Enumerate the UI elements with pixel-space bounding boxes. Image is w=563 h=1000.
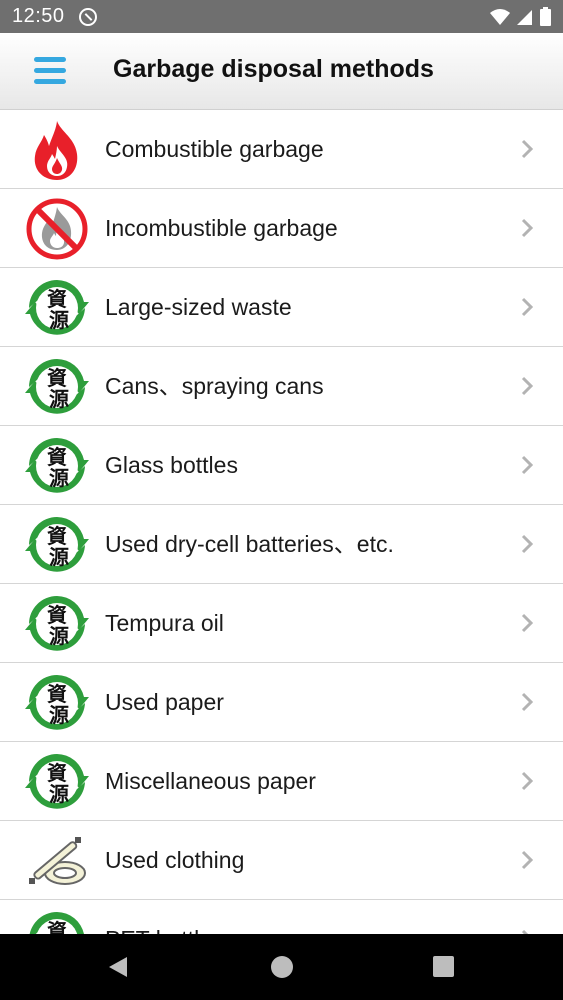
chevron-right-icon — [521, 613, 533, 633]
list-item-dry-cell-batteries[interactable]: 資 源 Used dry-cell batteries、etc. — [0, 505, 563, 584]
app-toolbar: Garbage disposal methods — [0, 33, 563, 110]
list-item-label: Incombustible garbage — [105, 215, 338, 241]
icon-text-bottom: 源 — [49, 545, 69, 569]
list-item-incombustible[interactable]: Incombustible garbage — [0, 189, 563, 268]
chevron-right-icon — [521, 534, 533, 554]
list-item-label: Tempura oil — [105, 610, 224, 636]
garbage-category-list: Combustible garbage Incombustible garbag… — [0, 110, 563, 934]
recycle-resource-icon: 資 源 — [25, 517, 89, 572]
list-item-label: Cans、spraying cans — [105, 373, 324, 399]
fire-icon — [34, 121, 78, 180]
list-item-tempura-oil[interactable]: 資 源 Tempura oil — [0, 584, 563, 663]
list-item-used-paper[interactable]: 資 源 Used paper — [0, 663, 563, 742]
status-icons — [490, 7, 551, 26]
recycle-resource-icon: 資 源 — [25, 596, 89, 651]
chevron-right-icon — [521, 218, 533, 238]
recycle-resource-icon: 資 源 — [25, 675, 89, 730]
chevron-right-icon — [521, 139, 533, 159]
list-item-used-clothing[interactable]: Used clothing — [0, 821, 563, 900]
list-item-label: Used dry-cell batteries、etc. — [105, 531, 394, 557]
list-item-label: Large-sized waste — [105, 294, 292, 320]
hamburger-menu-icon[interactable] — [34, 57, 66, 85]
recent-apps-icon[interactable] — [433, 956, 454, 977]
status-time: 12:50 — [12, 5, 65, 27]
recycle-resource-icon: 資 源 — [29, 912, 89, 934]
icon-text-bottom: 源 — [49, 387, 69, 411]
no-fire-icon — [26, 198, 88, 260]
list-item-label: Combustible garbage — [105, 136, 324, 162]
home-icon[interactable] — [271, 956, 293, 978]
icon-text-bottom: 源 — [49, 782, 69, 806]
back-icon[interactable] — [107, 956, 129, 978]
icon-text-top: 資 — [47, 919, 67, 934]
list-item-combustible[interactable]: Combustible garbage — [0, 110, 563, 189]
icon-text-bottom: 源 — [49, 624, 69, 648]
list-item-cans[interactable]: 資 源 Cans、spraying cans — [0, 347, 563, 426]
signal-icon — [517, 9, 532, 25]
chevron-right-icon — [521, 850, 533, 870]
list-item-miscellaneous-paper[interactable]: 資 源 Miscellaneous paper — [0, 742, 563, 821]
icon-text-bottom: 源 — [49, 703, 69, 727]
recycle-resource-icon: 資 源 — [25, 359, 89, 414]
notification-icon — [78, 7, 97, 26]
list-item-glass-bottles[interactable]: 資 源 Glass bottles — [0, 426, 563, 505]
recycle-resource-icon: 資 源 — [25, 438, 89, 493]
list-item-large-sized-waste[interactable]: 資 源 Large-sized waste — [0, 268, 563, 347]
chevron-right-icon — [521, 455, 533, 475]
chevron-right-icon — [521, 771, 533, 791]
recycle-resource-icon: 資 源 — [25, 754, 89, 809]
page-title: Garbage disposal methods — [113, 55, 434, 83]
chevron-right-icon — [521, 376, 533, 396]
chevron-right-icon — [521, 297, 533, 317]
list-item-label: Used clothing — [105, 847, 245, 873]
list-item-pet-bottles[interactable]: 資 源 PET bottles — [0, 900, 563, 934]
battery-icon — [540, 7, 551, 26]
wifi-icon — [490, 8, 510, 25]
icon-text-bottom: 源 — [49, 308, 69, 332]
list-item-label: Glass bottles — [105, 452, 238, 478]
list-item-label: Miscellaneous paper — [105, 768, 316, 794]
recycle-resource-icon: 資 源 — [25, 280, 89, 335]
status-bar: 12:50 — [0, 0, 563, 33]
fluorescent-lamp-icon — [29, 837, 86, 885]
system-navigation-bar — [0, 934, 563, 1000]
list-item-label: Used paper — [105, 689, 224, 715]
chevron-right-icon — [521, 692, 533, 712]
icon-text-bottom: 源 — [49, 466, 69, 490]
list-item-label: PET bottles — [105, 900, 223, 934]
